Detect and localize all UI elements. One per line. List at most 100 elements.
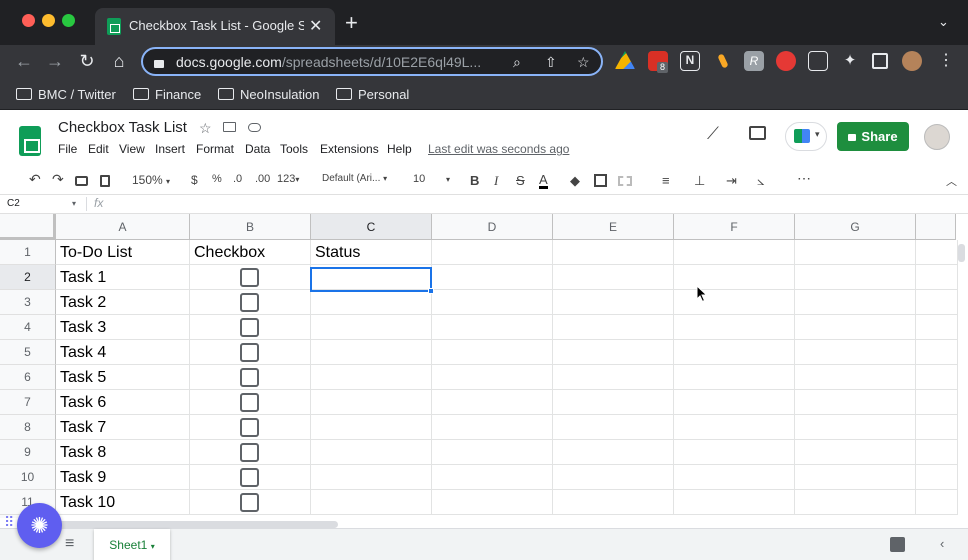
menu-file[interactable]: File: [58, 142, 77, 156]
side-panel-chevron-icon[interactable]: ‹: [940, 536, 944, 551]
row-header-6[interactable]: 6: [0, 365, 56, 390]
banana-extension-icon[interactable]: [714, 51, 734, 71]
cell[interactable]: [674, 340, 795, 365]
home-icon[interactable]: ⌂: [108, 50, 130, 72]
profile-avatar[interactable]: [902, 51, 922, 71]
chevron-down-icon[interactable]: ▾: [446, 175, 450, 184]
cell[interactable]: [432, 490, 553, 515]
cell[interactable]: [553, 465, 674, 490]
horizontal-scrollbar[interactable]: [56, 521, 338, 528]
menu-insert[interactable]: Insert: [155, 142, 185, 156]
text-rotation-icon[interactable]: ⦣: [757, 173, 764, 189]
column-header-g[interactable]: G: [795, 214, 916, 240]
cell[interactable]: [795, 465, 916, 490]
cell[interactable]: [916, 390, 958, 415]
cell[interactable]: [553, 290, 674, 315]
zoom-select[interactable]: 150% ▾: [132, 173, 170, 187]
merge-cells-icon[interactable]: [618, 176, 632, 186]
more-formats-button[interactable]: 123▾: [277, 173, 299, 185]
cell[interactable]: [795, 265, 916, 290]
font-size-select[interactable]: 10: [413, 173, 425, 185]
row-header-8[interactable]: 8: [0, 415, 56, 440]
reload-icon[interactable]: ↻: [76, 50, 98, 72]
cell[interactable]: [553, 415, 674, 440]
status-cell[interactable]: [311, 290, 432, 315]
tab-search-chevron-icon[interactable]: ⌄: [938, 14, 949, 30]
cell[interactable]: [432, 315, 553, 340]
cell[interactable]: [795, 440, 916, 465]
cell[interactable]: [432, 290, 553, 315]
cell[interactable]: [795, 340, 916, 365]
extensions-puzzle-icon[interactable]: ✦: [840, 51, 860, 71]
cell[interactable]: [432, 240, 553, 265]
row-header-2[interactable]: 2: [0, 265, 56, 290]
edit-extension-icon[interactable]: [808, 51, 828, 71]
cell-a1[interactable]: To-Do List: [56, 240, 190, 265]
task-cell[interactable]: Task 5: [56, 365, 190, 390]
cell[interactable]: [553, 490, 674, 515]
task-cell[interactable]: Task 2: [56, 290, 190, 315]
address-bar[interactable]: docs.google.com/spreadsheets/d/10E2E6ql4…: [141, 47, 603, 76]
cell[interactable]: [674, 265, 795, 290]
close-window-button[interactable]: [22, 14, 35, 27]
vertical-scrollbar[interactable]: [958, 244, 965, 262]
r-extension-icon[interactable]: R: [744, 51, 764, 71]
column-header-c[interactable]: C: [311, 214, 432, 240]
cell[interactable]: [795, 365, 916, 390]
name-box[interactable]: C2: [7, 198, 20, 209]
formula-input[interactable]: [118, 195, 958, 213]
task-checkbox[interactable]: [240, 318, 259, 337]
undo-icon[interactable]: ↶: [29, 171, 41, 188]
task-cell[interactable]: Task 8: [56, 440, 190, 465]
bookmark-finance[interactable]: Finance: [133, 84, 201, 104]
select-all-corner[interactable]: [0, 214, 56, 240]
star-icon[interactable]: ☆: [199, 120, 212, 137]
bookmark-bmc-twitter[interactable]: BMC / Twitter: [16, 84, 116, 104]
row-header-4[interactable]: 4: [0, 315, 56, 340]
cell[interactable]: [674, 440, 795, 465]
cell[interactable]: [674, 390, 795, 415]
new-tab-button[interactable]: +: [345, 12, 358, 34]
cell[interactable]: [916, 340, 958, 365]
share-page-icon[interactable]: ⇧: [545, 54, 557, 71]
task-checkbox[interactable]: [240, 393, 259, 412]
bold-button[interactable]: B: [470, 173, 479, 188]
task-checkbox[interactable]: [240, 493, 259, 512]
cell[interactable]: [916, 265, 958, 290]
task-checkbox[interactable]: [240, 368, 259, 387]
explore-icon[interactable]: [890, 537, 905, 552]
task-cell[interactable]: Task 10: [56, 490, 190, 515]
task-checkbox[interactable]: [240, 293, 259, 312]
status-cell[interactable]: [311, 390, 432, 415]
task-checkbox[interactable]: [240, 443, 259, 462]
cell[interactable]: [432, 465, 553, 490]
status-cell[interactable]: [311, 440, 432, 465]
font-family-select[interactable]: Default (Ari... ▾: [322, 173, 387, 184]
sheets-logo-icon[interactable]: [19, 126, 41, 156]
menu-extensions[interactable]: Extensions: [320, 142, 379, 156]
status-cell[interactable]: [311, 340, 432, 365]
italic-button[interactable]: I: [494, 173, 498, 189]
cell[interactable]: [553, 315, 674, 340]
menu-tools[interactable]: Tools: [280, 142, 308, 156]
cell[interactable]: [795, 490, 916, 515]
cell[interactable]: [916, 465, 958, 490]
currency-format-button[interactable]: $: [191, 173, 198, 187]
more-tools-icon[interactable]: ⋯: [797, 170, 811, 187]
status-cell[interactable]: [311, 365, 432, 390]
cell[interactable]: [553, 340, 674, 365]
cell[interactable]: [674, 415, 795, 440]
task-cell[interactable]: Task 9: [56, 465, 190, 490]
menu-data[interactable]: Data: [245, 142, 270, 156]
row-header-7[interactable]: 7: [0, 390, 56, 415]
task-cell[interactable]: Task 1: [56, 265, 190, 290]
row-header-5[interactable]: 5: [0, 340, 56, 365]
menu-help[interactable]: Help: [387, 142, 412, 156]
cell[interactable]: [553, 265, 674, 290]
task-cell[interactable]: Task 6: [56, 390, 190, 415]
cell[interactable]: [916, 365, 958, 390]
vertical-align-icon[interactable]: ⊥: [694, 173, 705, 189]
column-header-f[interactable]: F: [674, 214, 795, 240]
cell[interactable]: [795, 415, 916, 440]
red-extension-icon[interactable]: [776, 51, 796, 71]
